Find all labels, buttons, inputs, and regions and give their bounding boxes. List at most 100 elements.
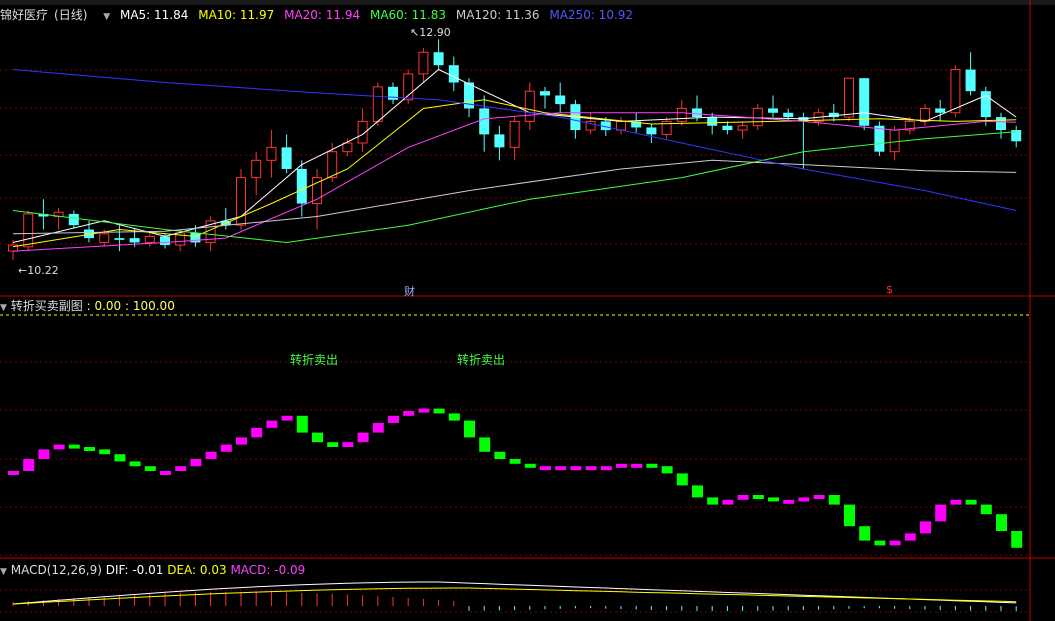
- sell-bar: [312, 432, 323, 443]
- chevron-down-icon[interactable]: ▼: [103, 12, 110, 22]
- buy-bar: [600, 466, 612, 471]
- sell-bar: [479, 437, 491, 452]
- top-toolbar[interactable]: [0, 0, 1055, 5]
- candle-body: [935, 108, 946, 113]
- buy-bar: [631, 463, 643, 468]
- buy-bar: [281, 415, 293, 421]
- candle-body: [494, 134, 505, 148]
- ma60-label: MA60: 11.83: [369, 8, 447, 22]
- high-price-label: ↖12.90: [410, 26, 451, 39]
- candle-body: [114, 238, 125, 240]
- candle-body: [828, 112, 839, 118]
- sub-indicator-title: 转折买卖副图: [10, 299, 83, 313]
- ma20-label: MA20: 11.94: [284, 8, 361, 22]
- sell-bar: [99, 449, 111, 455]
- candle-body: [646, 127, 657, 135]
- candle-body: [38, 213, 49, 217]
- candle-body: [509, 120, 520, 148]
- candle-body: [904, 120, 915, 131]
- sell-bar: [448, 413, 460, 421]
- candle-body: [737, 125, 748, 131]
- candle-body: [874, 125, 885, 152]
- buy-bar: [23, 459, 35, 471]
- candle-body: [84, 229, 94, 239]
- macd-dif-line: [12, 581, 1017, 605]
- sell-signal-label: 转折卖出: [457, 353, 506, 367]
- ma5-label: MA5: 11.84: [119, 8, 189, 22]
- buy-bar: [798, 497, 810, 502]
- candle-body: [464, 82, 474, 109]
- candle-body: [479, 108, 490, 135]
- sell-bar: [859, 526, 871, 541]
- sell-bar: [646, 463, 658, 468]
- sell-bar: [980, 504, 992, 515]
- sell-bar: [661, 466, 673, 474]
- buy-bar: [38, 449, 50, 459]
- buy-bar: [585, 466, 597, 471]
- buy-bar: [555, 466, 567, 471]
- finance-marker[interactable]: 财: [404, 283, 415, 299]
- sell-bar: [464, 420, 475, 438]
- macd-title: MACD(12,26,9): [10, 563, 102, 577]
- candle-body: [236, 177, 246, 226]
- candle-body: [965, 69, 976, 92]
- dividend-marker[interactable]: $: [886, 283, 893, 296]
- candle-body: [205, 220, 216, 243]
- candle-body: [813, 112, 824, 122]
- sell-bar: [692, 485, 703, 498]
- candle-body: [768, 108, 778, 113]
- candle-body: [1011, 130, 1022, 142]
- candle-body: [144, 235, 155, 243]
- candle-body: [996, 117, 1006, 131]
- candle-body: [616, 120, 626, 131]
- candle-body: [783, 112, 794, 118]
- chevron-down-icon[interactable]: ▼: [0, 303, 7, 313]
- candle-body: [980, 91, 991, 118]
- buy-bar: [722, 499, 734, 505]
- sub-indicator-range: : 0.00 : 100.00: [86, 299, 175, 313]
- candle-body: [160, 236, 170, 246]
- ma120-line: [12, 159, 1017, 235]
- ma5-line: [12, 68, 1017, 243]
- buy-bar: [372, 423, 384, 433]
- sell-bar: [509, 459, 521, 464]
- buy-bar: [889, 540, 901, 546]
- low-price-label: ←10.22: [18, 264, 59, 277]
- candle-body: [752, 107, 763, 127]
- candle-body: [251, 159, 262, 179]
- ma60-line: [12, 131, 1017, 244]
- ma250-line: [12, 69, 1017, 211]
- sell-bar: [494, 451, 506, 459]
- candle-body: [524, 90, 535, 122]
- buy-bar: [175, 466, 187, 471]
- chevron-down-icon[interactable]: ▼: [0, 567, 7, 577]
- macd-value: MACD: -0.09: [230, 563, 306, 577]
- candle-body: [631, 121, 642, 128]
- buy-bar: [8, 471, 19, 475]
- candle-body: [190, 232, 201, 243]
- sell-bar: [524, 463, 536, 468]
- candle-body: [129, 238, 140, 243]
- candle-body: [23, 213, 34, 248]
- sell-bar: [68, 444, 80, 449]
- candle-body: [722, 125, 733, 131]
- candle-body: [175, 232, 186, 246]
- candle-body: [600, 121, 611, 131]
- candle-body: [692, 108, 702, 118]
- sell-bar: [874, 540, 886, 546]
- candle-body: [418, 51, 429, 75]
- candle-body: [448, 65, 459, 83]
- sell-bar: [768, 497, 779, 502]
- buy-bar: [418, 408, 430, 413]
- candle-body: [388, 86, 398, 100]
- candle-body: [357, 120, 368, 144]
- sell-bar: [965, 499, 977, 505]
- sell-bar: [129, 461, 141, 467]
- candle-body: [312, 177, 322, 205]
- candle-body: [99, 233, 110, 243]
- candle-body: [859, 78, 870, 126]
- sell-bar: [433, 408, 445, 414]
- sell-bar: [1011, 531, 1023, 548]
- sell-bar: [144, 466, 156, 471]
- buy-bar: [813, 495, 825, 499]
